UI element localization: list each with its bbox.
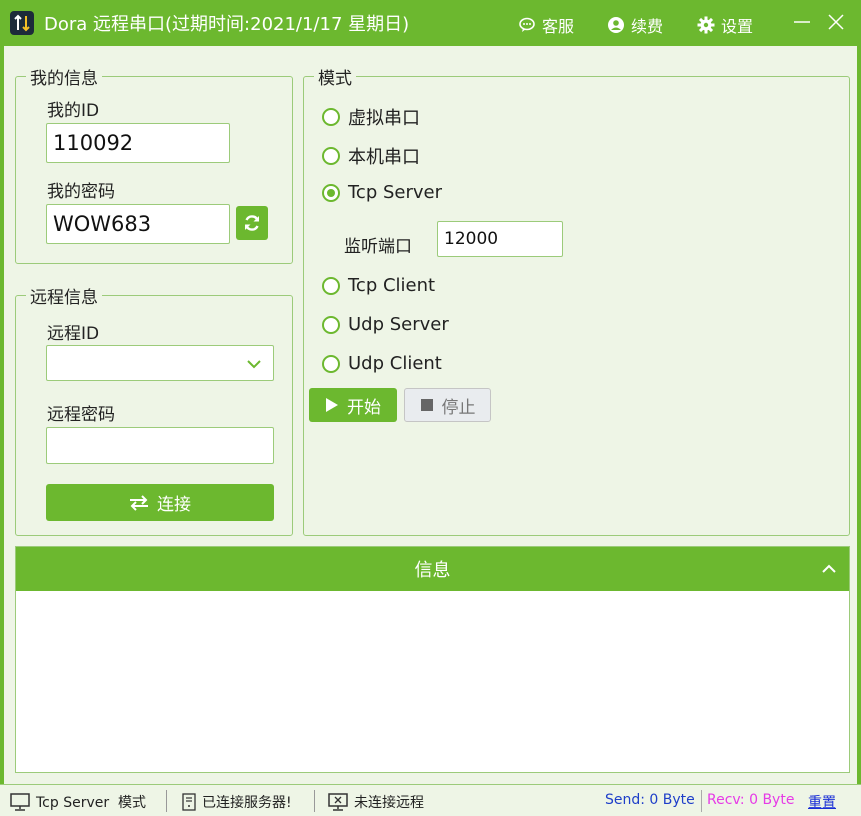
start-button[interactable]: 开始 bbox=[309, 388, 397, 422]
stop-button[interactable]: 停止 bbox=[404, 388, 491, 422]
mode-option-label: 虚拟串口 bbox=[348, 108, 420, 129]
refresh-icon bbox=[245, 215, 259, 231]
listen-port-label: 监听端口 bbox=[344, 237, 412, 257]
radio-circle bbox=[322, 315, 340, 334]
mode-option-label: Tcp Server bbox=[348, 182, 443, 203]
user-circle-icon bbox=[607, 16, 625, 34]
mode-option-tcp-server[interactable]: Tcp Server bbox=[322, 182, 442, 203]
settings-button[interactable]: 设置 bbox=[697, 13, 753, 37]
status-separator bbox=[701, 790, 702, 812]
server-status-text: 已连接服务器! bbox=[202, 795, 292, 811]
my-id-field[interactable]: 110092 bbox=[46, 123, 230, 163]
stop-label: 停止 bbox=[441, 397, 476, 418]
mode-option-local-serial[interactable]: 本机串口 bbox=[322, 143, 420, 169]
title-bar: Dora 远程串口(过期时间:2021/1/17 星期日) 客服 续费 设置 bbox=[0, 0, 861, 46]
recv-counter: Recv: 0 Byte bbox=[707, 792, 795, 808]
remote-status: 未连接远程 bbox=[328, 792, 424, 812]
customer-service-label: 客服 bbox=[542, 17, 575, 36]
start-label: 开始 bbox=[347, 397, 381, 418]
server-icon bbox=[182, 793, 196, 811]
mode-option-label: Tcp Client bbox=[348, 275, 436, 296]
window-title: Dora 远程串口(过期时间:2021/1/17 星期日) bbox=[44, 14, 410, 35]
renew-label: 续费 bbox=[631, 17, 664, 36]
my-password-field[interactable]: WOW683 bbox=[46, 204, 230, 244]
mode-option-label: Udp Server bbox=[348, 314, 449, 335]
remote-info-legend: 远程信息 bbox=[30, 288, 98, 308]
reset-link[interactable]: 重置 bbox=[808, 792, 836, 812]
send-counter: Send: 0 Byte bbox=[605, 792, 695, 808]
mode-status: Tcp Server 模式 bbox=[10, 792, 146, 812]
stop-icon bbox=[420, 399, 433, 411]
listen-port-field[interactable]: 12000 bbox=[437, 221, 563, 257]
minimize-button[interactable] bbox=[788, 8, 816, 36]
my-id-label: 我的ID bbox=[47, 101, 100, 121]
status-separator bbox=[166, 790, 167, 812]
radio-circle-checked bbox=[322, 183, 340, 202]
mode-option-udp-client[interactable]: Udp Client bbox=[322, 353, 442, 374]
status-separator bbox=[314, 790, 315, 812]
remote-status-text: 未连接远程 bbox=[354, 795, 424, 811]
remote-id-label: 远程ID bbox=[47, 324, 100, 344]
mode-option-label: 本机串口 bbox=[348, 147, 420, 168]
settings-label: 设置 bbox=[721, 17, 754, 36]
my-info-legend: 我的信息 bbox=[30, 69, 98, 89]
mode-legend: 模式 bbox=[318, 69, 352, 89]
remote-password-field[interactable] bbox=[46, 427, 274, 464]
gear-icon bbox=[697, 16, 715, 34]
connect-label: 连接 bbox=[157, 495, 191, 515]
remote-id-dropdown[interactable] bbox=[46, 345, 274, 381]
radio-circle bbox=[322, 108, 340, 126]
monitor-disconnected-icon bbox=[328, 793, 348, 811]
my-password-label: 我的密码 bbox=[47, 182, 115, 202]
mode-option-tcp-client[interactable]: Tcp Client bbox=[322, 275, 435, 296]
mode-status-text: Tcp Server 模式 bbox=[36, 795, 147, 811]
mode-group: 模式 bbox=[303, 64, 850, 536]
info-panel-title: 信息 bbox=[414, 560, 451, 581]
radio-circle bbox=[322, 147, 340, 165]
server-status: 已连接服务器! bbox=[182, 792, 292, 812]
status-bar: Tcp Server 模式 已连接服务器! 未连接远程 Send: 0 Byte… bbox=[0, 784, 861, 816]
minimize-icon bbox=[794, 21, 810, 23]
chevron-down-icon bbox=[247, 360, 261, 369]
swap-arrows-icon bbox=[130, 494, 148, 511]
mode-option-virtual-serial[interactable]: 虚拟串口 bbox=[322, 104, 420, 130]
radio-circle bbox=[322, 276, 340, 295]
chevron-up-icon bbox=[822, 564, 836, 573]
chat-bubble-icon bbox=[518, 16, 536, 34]
renew-button[interactable]: 续费 bbox=[607, 13, 663, 37]
play-icon bbox=[326, 398, 338, 412]
info-panel: 信息 bbox=[15, 546, 850, 773]
connect-button[interactable]: 连接 bbox=[46, 484, 274, 521]
radio-circle bbox=[322, 354, 340, 373]
mode-option-udp-server[interactable]: Udp Server bbox=[322, 314, 449, 335]
close-icon bbox=[828, 14, 844, 30]
refresh-password-button[interactable] bbox=[236, 206, 268, 240]
monitor-icon bbox=[10, 793, 30, 811]
info-panel-header: 信息 bbox=[16, 547, 849, 591]
mode-option-label: Udp Client bbox=[348, 353, 442, 374]
close-button[interactable] bbox=[822, 8, 850, 36]
remote-password-label: 远程密码 bbox=[47, 405, 115, 425]
main-content: 我的信息 我的ID 110092 我的密码 WOW683 远程信息 远程ID 远… bbox=[4, 46, 857, 784]
app-logo-icon bbox=[10, 11, 34, 35]
collapse-button[interactable] bbox=[819, 559, 839, 579]
customer-service-button[interactable]: 客服 bbox=[518, 13, 574, 37]
